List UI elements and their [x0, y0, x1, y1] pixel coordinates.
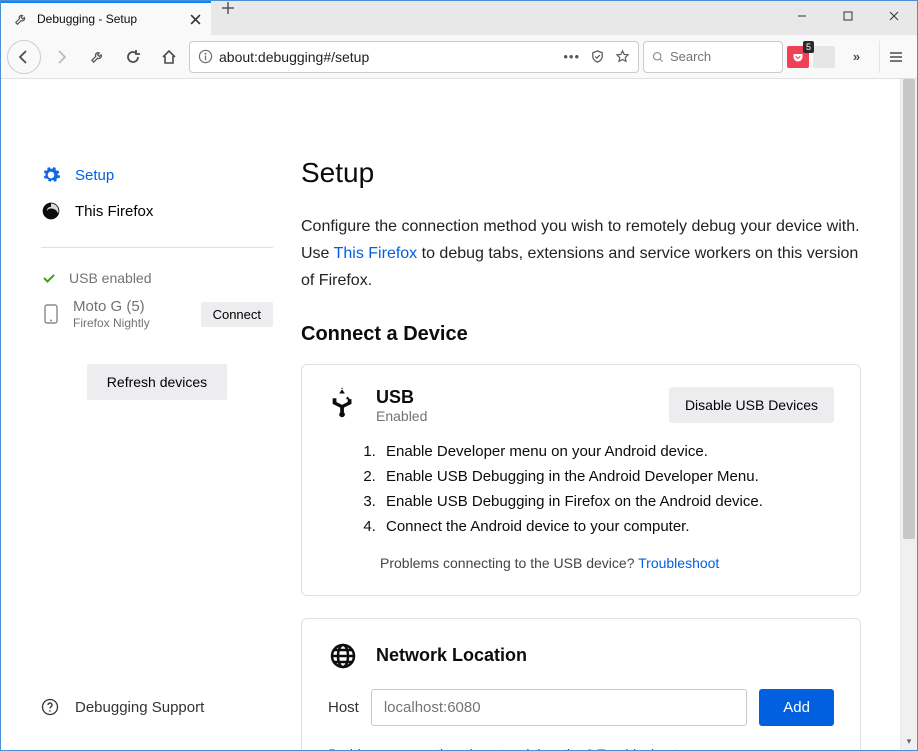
search-icon: [652, 50, 664, 64]
url-bar[interactable]: •••: [189, 41, 639, 73]
pocket-badge: 5: [803, 41, 814, 53]
info-icon: [198, 49, 213, 64]
sidebar: Setup This Firefox USB enabled: [1, 79, 301, 750]
usb-step: Enable USB Debugging in Firefox on the A…: [380, 490, 834, 513]
main-content: Setup Configure the connection method yo…: [301, 79, 900, 750]
connect-button[interactable]: Connect: [201, 302, 273, 327]
usb-status-text: Enabled: [376, 408, 651, 424]
phone-icon: [41, 304, 61, 324]
scrollbar-thumb[interactable]: [903, 79, 915, 539]
usb-card: USB Enabled Disable USB Devices Enable D…: [301, 364, 861, 596]
firefox-icon: [41, 201, 61, 221]
add-button[interactable]: Add: [759, 689, 834, 726]
usb-step: Enable Developer menu on your Android de…: [380, 440, 834, 463]
reload-button[interactable]: [117, 41, 149, 73]
reader-shield-icon[interactable]: [590, 49, 605, 64]
usb-step: Enable USB Debugging in the Android Deve…: [380, 465, 834, 488]
overflow-button[interactable]: »: [839, 41, 871, 73]
wrench-icon: [13, 11, 29, 27]
search-input[interactable]: [670, 49, 774, 64]
help-icon: [41, 698, 59, 716]
usb-steps: Enable Developer menu on your Android de…: [380, 440, 834, 539]
page-actions-icon[interactable]: •••: [563, 49, 580, 64]
usb-status: USB enabled: [41, 266, 273, 290]
browser-tab[interactable]: Debugging - Setup: [1, 1, 211, 35]
divider: [41, 247, 273, 248]
page-title: Setup: [301, 157, 880, 189]
device-row: Moto G (5) Firefox Nightly Connect: [41, 290, 273, 338]
network-troubleshoot: Problems connecting via network location…: [328, 746, 834, 750]
browser-toolbar: ••• 5 »: [1, 35, 917, 79]
close-window-button[interactable]: [871, 1, 917, 31]
minimize-button[interactable]: [779, 1, 825, 31]
usb-status-label: USB enabled: [69, 270, 152, 286]
window-controls: [779, 1, 917, 31]
forward-button[interactable]: [45, 41, 77, 73]
usb-title: USB: [376, 387, 651, 408]
disable-usb-button[interactable]: Disable USB Devices: [669, 387, 834, 423]
search-bar[interactable]: [643, 41, 783, 73]
host-input[interactable]: [371, 689, 747, 726]
usb-icon: [328, 387, 358, 417]
sidebar-item-this-firefox[interactable]: This Firefox: [41, 193, 273, 229]
pocket-button[interactable]: 5: [787, 41, 809, 73]
window-titlebar: Debugging - Setup: [1, 1, 917, 35]
network-title: Network Location: [376, 645, 834, 666]
network-card: Network Location Host Add Problems conne…: [301, 618, 861, 750]
device-subtitle: Firefox Nightly: [73, 316, 189, 330]
usb-troubleshoot: Problems connecting to the USB device? T…: [380, 555, 834, 571]
usb-step: Connect the Android device to your compu…: [380, 515, 834, 538]
page-content: Setup This Firefox USB enabled: [1, 79, 900, 750]
device-name: Moto G (5): [73, 298, 189, 316]
troubleshoot-link[interactable]: Troubleshoot: [597, 746, 678, 750]
maximize-button[interactable]: [825, 1, 871, 31]
connect-heading: Connect a Device: [301, 323, 880, 346]
vertical-scrollbar[interactable]: ▾: [900, 79, 917, 750]
host-label: Host: [328, 699, 359, 716]
close-icon[interactable]: [187, 11, 203, 27]
this-firefox-link[interactable]: This Firefox: [334, 245, 418, 262]
back-button[interactable]: [7, 40, 41, 74]
url-input[interactable]: [219, 49, 557, 65]
home-button[interactable]: [153, 41, 185, 73]
intro-text: Configure the connection method you wish…: [301, 213, 861, 295]
check-icon: [41, 270, 57, 286]
gear-icon: [41, 165, 61, 185]
hamburger-menu-button[interactable]: [879, 41, 911, 73]
sidebar-item-label: Setup: [75, 167, 114, 184]
sidebar-footer[interactable]: Debugging Support: [41, 684, 273, 730]
devtools-icon[interactable]: [81, 41, 113, 73]
troubleshoot-link[interactable]: Troubleshoot: [638, 555, 719, 571]
tab-title: Debugging - Setup: [37, 12, 179, 26]
support-label: Debugging Support: [75, 699, 204, 716]
sidebar-item-label: This Firefox: [75, 203, 153, 220]
refresh-devices-button[interactable]: Refresh devices: [87, 364, 227, 400]
new-tab-button[interactable]: [211, 1, 245, 15]
globe-icon: [328, 641, 358, 671]
bookmark-star-icon[interactable]: [615, 49, 630, 64]
sidebar-item-setup[interactable]: Setup: [41, 157, 273, 193]
extension-icon[interactable]: [813, 41, 835, 73]
scroll-down-arrow[interactable]: ▾: [901, 733, 917, 750]
